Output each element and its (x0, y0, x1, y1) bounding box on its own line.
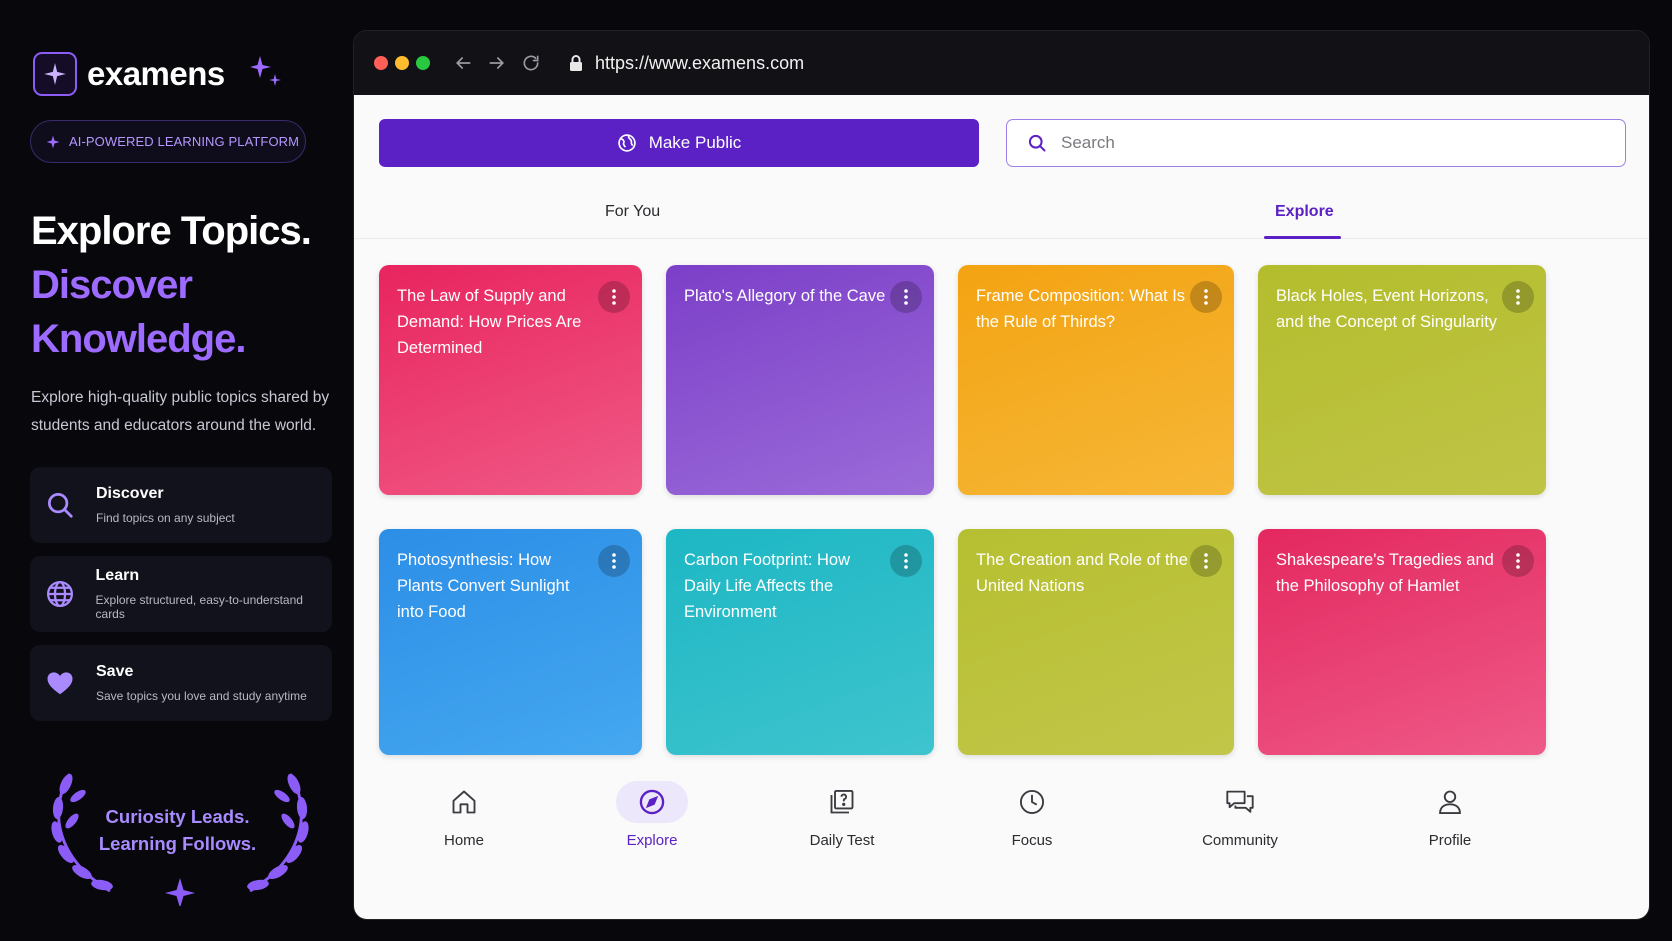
more-options-icon[interactable] (1502, 545, 1534, 577)
topic-card[interactable]: Shakespeare's Tragedies and the Philosop… (1258, 529, 1546, 755)
hero-description: Explore high-quality public topics share… (31, 389, 330, 434)
left-panel: examens AI-POWERED LEARNING PLATFORM Exp… (0, 0, 350, 941)
nav-profile[interactable]: Profile (1390, 781, 1510, 849)
platform-badge-text: AI-POWERED LEARNING PLATFORM (69, 134, 300, 149)
globe-icon (617, 134, 636, 152)
nav-daily-test[interactable]: Daily Test (782, 781, 902, 849)
home-icon (404, 781, 524, 823)
feature-subtitle: Save topics you love and study anytime (96, 689, 307, 703)
make-public-button[interactable]: Make Public (379, 119, 979, 167)
feature-title: Learn (95, 567, 140, 584)
heart-icon (44, 667, 76, 699)
nav-community[interactable]: Community (1180, 781, 1300, 849)
back-arrow-icon[interactable] (453, 53, 473, 73)
more-options-icon[interactable] (890, 281, 922, 313)
more-options-icon[interactable] (598, 281, 630, 313)
search-box[interactable] (1006, 119, 1626, 167)
topic-card-title: The Creation and Role of the United Nati… (976, 551, 1188, 595)
tab-for-you[interactable]: For You (605, 203, 660, 221)
bottom-navigation: Home Explore Daily Test Focus Community … (354, 781, 1649, 919)
more-options-icon[interactable] (1502, 281, 1534, 313)
search-input[interactable] (1061, 133, 1581, 153)
hero-headline: Explore Topics. Discover Knowledge. (31, 204, 321, 366)
window-minimize-button[interactable] (395, 56, 409, 70)
hero-line-2: Discover Knowledge. (31, 263, 246, 361)
nav-focus[interactable]: Focus (972, 781, 1092, 849)
sparkle-icon (46, 135, 60, 148)
quiz-icon (782, 781, 902, 823)
browser-window: https://www.examens.com Make Public For … (353, 30, 1650, 920)
address-bar[interactable]: https://www.examens.com (569, 53, 804, 74)
nav-label: Daily Test (809, 832, 875, 849)
nav-explore[interactable]: Explore (592, 781, 712, 849)
topic-card-title: Photosynthesis: How Plants Convert Sunli… (397, 551, 570, 621)
brand-name: examens (87, 55, 225, 92)
topic-card-title: The Law of Supply and Demand: How Prices… (397, 287, 582, 357)
topic-card[interactable]: The Law of Supply and Demand: How Prices… (379, 265, 642, 495)
topic-card[interactable]: Black Holes, Event Horizons, and the Con… (1258, 265, 1546, 495)
topic-card[interactable]: Frame Composition: What Is the Rule of T… (958, 265, 1234, 495)
feature-title: Save (96, 663, 134, 680)
sparkle-logo-icon (33, 52, 77, 96)
feature-discover: Discover Find topics on any subject (30, 467, 332, 543)
nav-label: Community (1202, 832, 1278, 849)
nav-label: Explore (626, 832, 678, 849)
active-tab-indicator (1264, 236, 1341, 239)
more-options-icon[interactable] (598, 545, 630, 577)
sparkles-icon (250, 56, 282, 101)
window-close-button[interactable] (374, 56, 388, 70)
compass-icon (616, 781, 688, 823)
topic-card-title: Carbon Footprint: How Daily Life Affects… (684, 551, 850, 621)
user-icon (1390, 781, 1510, 823)
nav-home[interactable]: Home (404, 781, 524, 849)
feature-learn: Learn Explore structured, easy-to-unders… (30, 556, 332, 632)
search-icon (44, 489, 76, 521)
topic-card[interactable]: Plato's Allegory of the Cave (666, 265, 934, 495)
nav-label: Home (443, 832, 484, 849)
more-options-icon[interactable] (1190, 545, 1222, 577)
chat-icon (1180, 781, 1300, 823)
lock-icon (570, 55, 582, 71)
nav-label: Profile (1428, 832, 1472, 849)
platform-badge: AI-POWERED LEARNING PLATFORM (30, 120, 306, 163)
browser-toolbar: https://www.examens.com (354, 31, 1649, 95)
topic-card[interactable]: Photosynthesis: How Plants Convert Sunli… (379, 529, 642, 755)
more-options-icon[interactable] (890, 545, 922, 577)
search-icon (1028, 134, 1046, 152)
topic-card[interactable]: The Creation and Role of the United Nati… (958, 529, 1234, 755)
topic-card-title: Plato's Allegory of the Cave (684, 287, 886, 305)
tab-explore[interactable]: Explore (1275, 203, 1334, 221)
clock-icon (972, 781, 1092, 823)
feature-title: Discover (96, 485, 164, 502)
tab-bar: For You Explore (354, 191, 1649, 239)
app-page: Make Public For You Explore The Law of S… (354, 95, 1649, 919)
more-options-icon[interactable] (1190, 281, 1222, 313)
url-text: https://www.examens.com (595, 52, 805, 73)
hero-line-1: Explore Topics. (31, 209, 312, 253)
motto-text: Curiosity Leads. Learning Follows. (98, 806, 257, 854)
nav-label: Focus (1011, 832, 1053, 849)
topic-card-title: Black Holes, Event Horizons, and the Con… (1276, 287, 1498, 331)
feature-subtitle: Find topics on any subject (96, 511, 235, 525)
forward-arrow-icon[interactable] (487, 53, 507, 73)
globe-icon (44, 578, 76, 610)
topic-card-title: Shakespeare's Tragedies and the Philosop… (1276, 551, 1494, 595)
window-maximize-button[interactable] (416, 56, 430, 70)
brand: examens (33, 52, 225, 96)
feature-save: Save Save topics you love and study anyt… (30, 645, 332, 721)
feature-subtitle: Explore structured, easy-to-understand c… (95, 593, 303, 621)
topic-card[interactable]: Carbon Footprint: How Daily Life Affects… (666, 529, 934, 755)
make-public-label: Make Public (648, 133, 742, 152)
reload-icon[interactable] (521, 53, 541, 73)
topic-card-title: Frame Composition: What Is the Rule of T… (976, 287, 1186, 331)
